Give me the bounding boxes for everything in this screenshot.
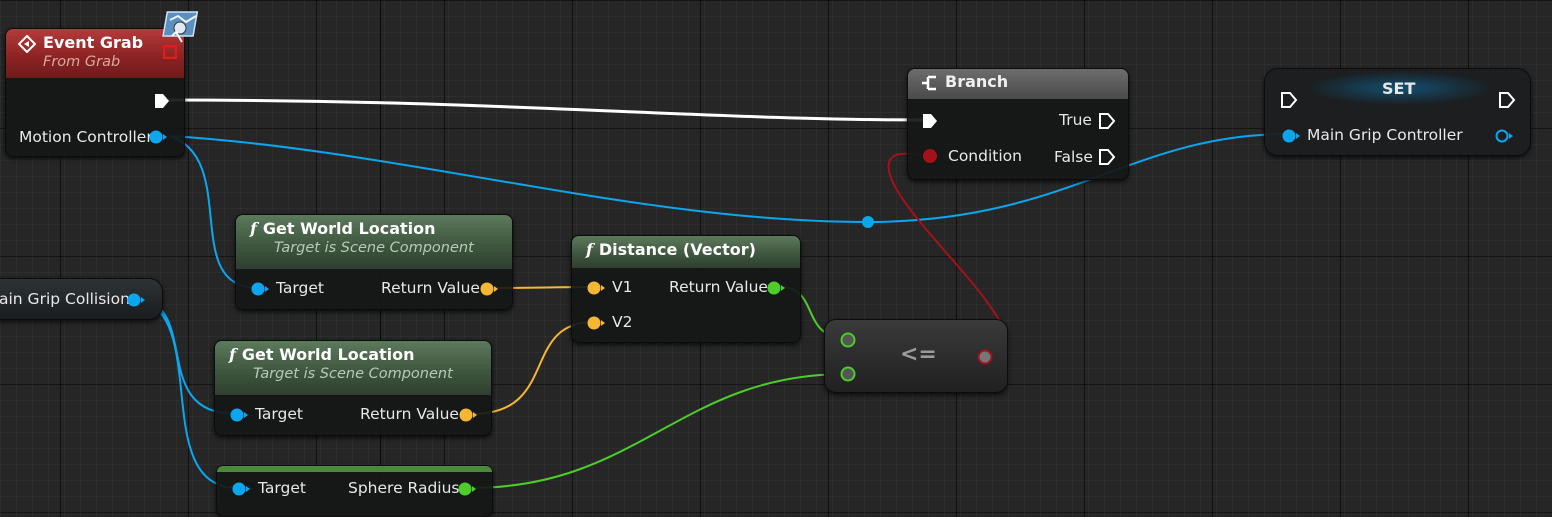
distance-v1-pin[interactable] <box>586 280 606 300</box>
distance-v2-pin[interactable] <box>586 315 606 335</box>
set-var-in-pin[interactable] <box>1281 128 1301 148</box>
get-world-location-node-1[interactable]: f Get World Location Target is Scene Comp… <box>235 214 513 310</box>
get-world-location-node-2[interactable]: f Get World Location Target is Scene Comp… <box>214 340 492 436</box>
gwl2-subtitle: Target is Scene Component <box>253 366 453 382</box>
distance-title: Distance (Vector) <box>598 240 756 259</box>
sphere-radius-header <box>217 466 492 472</box>
gwl1-return-label: Return Value <box>381 279 480 297</box>
distance-vector-node[interactable]: f Distance (Vector) V1 Return Value V2 <box>571 235 801 343</box>
sphere-radius-label: Sphere Radius <box>348 479 460 497</box>
branch-icon <box>920 74 938 96</box>
compare-b-pin[interactable] <box>839 365 857 387</box>
gwl2-return-label: Return Value <box>360 405 459 423</box>
distance-v2-label: V2 <box>612 313 633 331</box>
exec-wire-grab-to-branch <box>167 98 929 122</box>
set-var-out-pin[interactable] <box>1494 128 1514 148</box>
branch-title: Branch <box>945 72 1009 91</box>
gwl2-title-row: f Get World Location <box>229 345 481 364</box>
event-grab-subtitle: From Grab <box>43 54 121 70</box>
gwl1-target-label: Target <box>276 279 324 297</box>
branch-condition-pin[interactable] <box>922 148 938 168</box>
sphere-radius-pin[interactable] <box>457 481 477 501</box>
sphere-target-label: Target <box>258 479 306 497</box>
event-diamond-icon <box>17 34 37 57</box>
sphere-radius-node[interactable]: Target Sphere Radius <box>216 465 493 517</box>
branch-true-pin[interactable] <box>1098 112 1116 134</box>
gwl2-return-pin[interactable] <box>458 407 478 427</box>
main-grip-collision-node[interactable]: ain Grip Collision <box>0 278 163 320</box>
compare-a-pin[interactable] <box>839 331 857 353</box>
event-grab-node[interactable]: Event Grab From Grab Motion Controller <box>5 28 185 157</box>
gamepad-map-icon <box>162 8 202 48</box>
set-var-label: Main Grip Controller <box>1307 126 1463 144</box>
gwl1-title-row: f Get World Location <box>250 219 502 238</box>
exec-out-pin[interactable] <box>153 92 171 114</box>
compare-operator: <= <box>900 342 937 367</box>
motion-controller-pin[interactable] <box>148 129 168 149</box>
motion-controller-label: Motion Controller <box>19 128 153 146</box>
compare-out-pin[interactable] <box>976 348 994 370</box>
event-grab-title: Event Grab <box>43 33 144 52</box>
function-icon: f <box>229 345 236 364</box>
gwl1-subtitle: Target is Scene Component <box>274 240 474 256</box>
gwl2-title: Get World Location <box>241 345 415 364</box>
set-node[interactable]: SET Main Grip Controller <box>1264 68 1531 156</box>
set-exec-out-pin[interactable] <box>1498 91 1516 113</box>
gwl2-target-label: Target <box>255 405 303 423</box>
main-grip-collision-label: ain Grip Collision <box>0 290 130 308</box>
set-exec-in-pin[interactable] <box>1280 91 1298 113</box>
branch-condition-label: Condition <box>948 147 1022 165</box>
gwl1-return-pin[interactable] <box>479 281 499 301</box>
sphere-target-pin[interactable] <box>231 481 251 501</box>
distance-v1-label: V1 <box>612 278 633 296</box>
set-node-title: SET <box>1382 79 1416 98</box>
gwl1-target-pin[interactable] <box>250 281 270 301</box>
distance-title-row: f Distance (Vector) <box>586 240 790 259</box>
branch-false-label: False <box>1054 148 1093 166</box>
function-icon: f <box>586 240 593 259</box>
gwl1-title: Get World Location <box>262 219 436 238</box>
main-grip-collision-pin[interactable] <box>126 292 146 312</box>
distance-return-pin[interactable] <box>766 280 786 300</box>
branch-exec-in-pin[interactable] <box>921 112 939 134</box>
gwl2-target-pin[interactable] <box>229 407 249 427</box>
branch-node[interactable]: Branch True Condition False <box>907 68 1129 180</box>
reroute-knot <box>862 216 874 228</box>
function-icon: f <box>250 219 257 238</box>
branch-false-pin[interactable] <box>1098 148 1116 170</box>
branch-true-label: True <box>1059 111 1092 129</box>
distance-return-label: Return Value <box>669 278 768 296</box>
compare-node[interactable]: <= <box>824 319 1008 393</box>
